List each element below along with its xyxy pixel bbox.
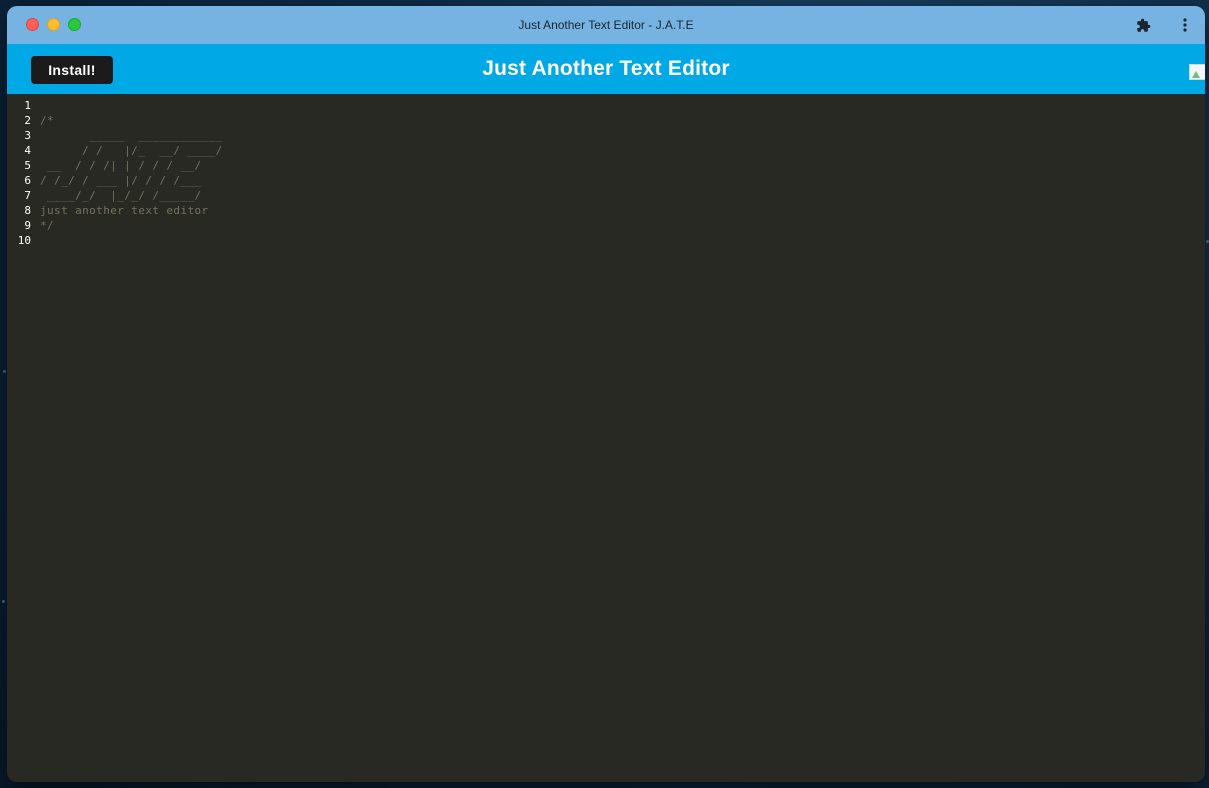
install-button[interactable]: Install! xyxy=(31,56,113,84)
traffic-lights xyxy=(26,18,81,31)
line-number: 5 xyxy=(24,159,31,172)
code-line[interactable]: 10 xyxy=(7,233,223,248)
window-title: Just Another Text Editor - J.A.T.E xyxy=(518,18,694,32)
line-number: 8 xyxy=(24,204,31,217)
code-line[interactable]: 1 xyxy=(7,98,223,113)
minimize-window-button[interactable] xyxy=(47,18,60,31)
zoom-window-button[interactable] xyxy=(68,18,81,31)
line-number: 1 xyxy=(24,99,31,112)
line-text: /* xyxy=(40,114,55,127)
desktop-dot xyxy=(2,600,5,603)
code-line[interactable]: 2 /* xyxy=(7,113,223,128)
line-number: 4 xyxy=(24,144,31,157)
code-line[interactable]: 5 __ / / /| | / / / __/ xyxy=(7,158,223,173)
line-number: 2 xyxy=(24,114,31,127)
line-text: ____/_/ |_/_/ /_____/ xyxy=(40,189,202,202)
line-number: 9 xyxy=(24,219,31,232)
puzzle-icon[interactable] xyxy=(1133,15,1153,35)
code-editor[interactable]: 1 2/* 3 _____ ____________ 4 / / |/_ __/ __… xyxy=(7,94,1205,782)
window-titlebar: Just Another Text Editor - J.A.T.E xyxy=(7,6,1205,44)
app-title: Just Another Text Editor xyxy=(482,57,730,80)
line-number: 3 xyxy=(24,129,31,142)
line-text: __ / / /| | / / / __/ xyxy=(40,159,202,172)
code-line[interactable]: 4 / / |/_ __/ ____/ xyxy=(7,143,223,158)
line-number: 7 xyxy=(24,189,31,202)
line-text: _____ ____________ xyxy=(40,129,223,142)
line-text: just another text editor xyxy=(40,204,209,217)
line-text: / / |/_ __/ ____/ xyxy=(40,144,223,157)
editor-lines: 1 2/* 3 _____ ____________ 4 / / |/_ __/ __… xyxy=(7,98,223,248)
code-line[interactable]: 7 ____/_/ |_/_/ /_____/ xyxy=(7,188,223,203)
line-text: */ xyxy=(40,219,55,232)
code-line[interactable]: 6 / /_/ / ___ |/ / / /___ xyxy=(7,173,223,188)
code-line[interactable]: 9 */ xyxy=(7,218,223,233)
more-vert-icon[interactable] xyxy=(1175,15,1195,35)
browser-window: Just Another Text Editor - J.A.T.E Insta… xyxy=(7,6,1205,782)
line-text: / /_/ / ___ |/ / / /___ xyxy=(40,174,202,187)
line-number: 6 xyxy=(24,174,31,187)
broken-image-icon xyxy=(1189,64,1205,80)
desktop-dot xyxy=(3,370,6,373)
close-window-button[interactable] xyxy=(26,18,39,31)
app-header: Install! Just Another Text Editor xyxy=(7,44,1205,94)
line-number: 10 xyxy=(17,234,31,247)
code-line[interactable]: 3 _____ ____________ xyxy=(7,128,223,143)
code-line[interactable]: 8 just another text editor xyxy=(7,203,223,218)
